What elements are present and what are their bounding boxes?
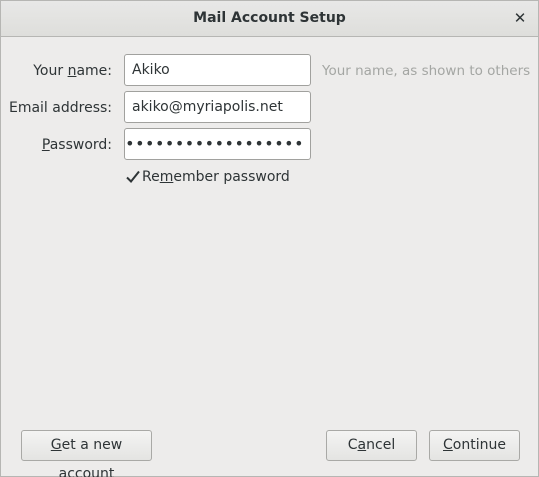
name-hint: Your name, as shown to others <box>322 63 531 79</box>
password-label-mnemonic: P <box>41 137 50 153</box>
dialog-title: Mail Account Setup <box>193 10 346 26</box>
remember-password-label: Remember password <box>142 169 290 185</box>
password-label: Password: <box>42 137 112 153</box>
checkmark-icon <box>125 169 141 185</box>
cancel-button[interactable]: Cancel <box>326 430 417 461</box>
password-input[interactable]: ••••••••••••••••••• <box>124 128 311 160</box>
cancel-mnemonic: a <box>357 437 367 453</box>
continue-button[interactable]: Continue <box>429 430 520 461</box>
cancel-label-part: ncel <box>366 437 396 453</box>
email-label: Email address: <box>8 100 112 116</box>
title-bar: Mail Account Setup ✕ <box>1 1 538 37</box>
remember-label-part: ember password <box>173 169 290 185</box>
name-label-part: Your <box>33 63 68 79</box>
password-mask: ••••••••••••••••••• <box>124 134 304 153</box>
get-new-account-button[interactable]: Get a new account <box>21 430 152 477</box>
email-input[interactable] <box>124 91 311 123</box>
mail-account-setup-dialog: Mail Account Setup ✕ Your name: Your nam… <box>0 0 539 477</box>
remember-label-mnemonic: m <box>159 169 174 185</box>
continue-mnemonic: C <box>443 437 453 453</box>
close-icon: ✕ <box>513 9 527 27</box>
new-account-mnemonic: G <box>50 437 62 453</box>
continue-label-part: ontinue <box>452 437 506 453</box>
new-account-label-part: et a new account <box>58 437 123 477</box>
name-label: Your name: <box>33 63 112 79</box>
password-label-part: assword: <box>49 137 112 153</box>
close-button[interactable]: ✕ <box>510 8 530 28</box>
remember-label-part: Re <box>142 169 160 185</box>
name-input[interactable] <box>124 54 311 86</box>
name-label-part: ame: <box>76 63 112 79</box>
cancel-label-part: C <box>347 437 358 453</box>
